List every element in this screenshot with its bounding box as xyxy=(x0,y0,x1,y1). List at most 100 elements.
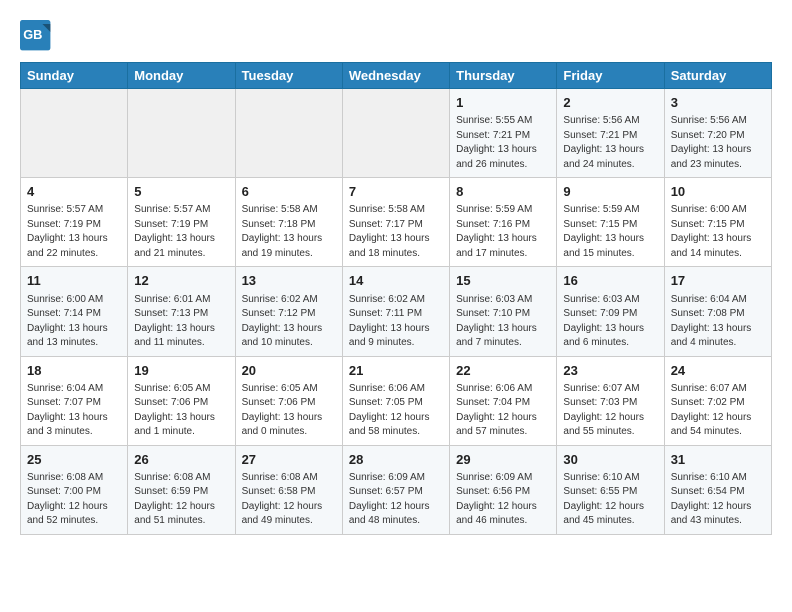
day-cell: 17 Sunrise: 6:04 AM Sunset: 7:08 PM Dayli… xyxy=(664,267,771,356)
day-cell: 31 Sunrise: 6:10 AM Sunset: 6:54 PM Dayli… xyxy=(664,445,771,534)
day-info: Sunrise: 5:59 AM Sunset: 7:16 PM Dayligh… xyxy=(456,203,550,261)
day-cell xyxy=(235,89,342,178)
day-info: Sunrise: 6:03 AM Sunset: 7:10 PM Dayligh… xyxy=(456,293,550,351)
day-cell: 11 Sunrise: 6:00 AM Sunset: 7:14 PM Dayli… xyxy=(21,267,128,356)
day-info: Sunrise: 6:10 AM Sunset: 6:55 PM Dayligh… xyxy=(563,471,657,529)
day-cell: 24 Sunrise: 6:07 AM Sunset: 7:02 PM Dayli… xyxy=(664,356,771,445)
day-info: Sunrise: 6:00 AM Sunset: 7:15 PM Dayligh… xyxy=(671,203,765,261)
week-row-3: 11 Sunrise: 6:00 AM Sunset: 7:14 PM Dayli… xyxy=(21,267,772,356)
day-number: 17 xyxy=(671,272,765,290)
day-cell: 26 Sunrise: 6:08 AM Sunset: 6:59 PM Dayli… xyxy=(128,445,235,534)
day-number: 25 xyxy=(27,451,121,469)
day-info: Sunrise: 5:59 AM Sunset: 7:15 PM Dayligh… xyxy=(563,203,657,261)
day-number: 27 xyxy=(242,451,336,469)
day-info: Sunrise: 5:58 AM Sunset: 7:17 PM Dayligh… xyxy=(349,203,443,261)
day-number: 23 xyxy=(563,362,657,380)
day-number: 4 xyxy=(27,183,121,201)
day-info: Sunrise: 6:06 AM Sunset: 7:04 PM Dayligh… xyxy=(456,382,550,440)
day-number: 31 xyxy=(671,451,765,469)
day-cell: 4 Sunrise: 5:57 AM Sunset: 7:19 PM Daylig… xyxy=(21,178,128,267)
day-info: Sunrise: 6:03 AM Sunset: 7:09 PM Dayligh… xyxy=(563,293,657,351)
logo: GB xyxy=(20,20,56,52)
day-number: 28 xyxy=(349,451,443,469)
day-number: 14 xyxy=(349,272,443,290)
day-number: 2 xyxy=(563,94,657,112)
day-number: 13 xyxy=(242,272,336,290)
day-info: Sunrise: 6:05 AM Sunset: 7:06 PM Dayligh… xyxy=(242,382,336,440)
day-header-wednesday: Wednesday xyxy=(342,63,449,89)
day-number: 15 xyxy=(456,272,550,290)
day-cell: 27Sunrise: 6:08 AM Sunset: 6:58 PM Dayli… xyxy=(235,445,342,534)
day-cell: 19 Sunrise: 6:05 AM Sunset: 7:06 PM Dayli… xyxy=(128,356,235,445)
day-cell: 2 Sunrise: 5:56 AM Sunset: 7:21 PM Daylig… xyxy=(557,89,664,178)
day-header-saturday: Saturday xyxy=(664,63,771,89)
day-info: Sunrise: 5:57 AM Sunset: 7:19 PM Dayligh… xyxy=(27,203,121,261)
day-number: 12 xyxy=(134,272,228,290)
day-info: Sunrise: 6:05 AM Sunset: 7:06 PM Dayligh… xyxy=(134,382,228,440)
day-cell: 15 Sunrise: 6:03 AM Sunset: 7:10 PM Dayli… xyxy=(450,267,557,356)
day-number: 26 xyxy=(134,451,228,469)
day-info: Sunrise: 6:04 AM Sunset: 7:07 PM Dayligh… xyxy=(27,382,121,440)
day-number: 16 xyxy=(563,272,657,290)
day-info: Sunrise: 6:00 AM Sunset: 7:14 PM Dayligh… xyxy=(27,293,121,351)
day-header-thursday: Thursday xyxy=(450,63,557,89)
day-number: 3 xyxy=(671,94,765,112)
day-number: 7 xyxy=(349,183,443,201)
day-cell: 20Sunrise: 6:05 AM Sunset: 7:06 PM Dayli… xyxy=(235,356,342,445)
day-number: 9 xyxy=(563,183,657,201)
day-cell: 8 Sunrise: 5:59 AM Sunset: 7:16 PM Daylig… xyxy=(450,178,557,267)
day-cell: 22 Sunrise: 6:06 AM Sunset: 7:04 PM Dayli… xyxy=(450,356,557,445)
day-info: Sunrise: 6:07 AM Sunset: 7:03 PM Dayligh… xyxy=(563,382,657,440)
day-cell xyxy=(21,89,128,178)
day-cell: 10 Sunrise: 6:00 AM Sunset: 7:15 PM Dayli… xyxy=(664,178,771,267)
day-number: 11 xyxy=(27,272,121,290)
day-cell: 23 Sunrise: 6:07 AM Sunset: 7:03 PM Dayli… xyxy=(557,356,664,445)
day-cell: 29 Sunrise: 6:09 AM Sunset: 6:56 PM Dayli… xyxy=(450,445,557,534)
day-number: 8 xyxy=(456,183,550,201)
page: GB SundayMondayTuesdayWednesdayThursdayF… xyxy=(0,0,792,545)
header: GB xyxy=(20,20,772,52)
day-cell: 9 Sunrise: 5:59 AM Sunset: 7:15 PM Daylig… xyxy=(557,178,664,267)
day-cell: 28Sunrise: 6:09 AM Sunset: 6:57 PM Dayli… xyxy=(342,445,449,534)
day-cell: 30 Sunrise: 6:10 AM Sunset: 6:55 PM Dayli… xyxy=(557,445,664,534)
day-header-monday: Monday xyxy=(128,63,235,89)
day-cell: 25Sunrise: 6:08 AM Sunset: 7:00 PM Dayli… xyxy=(21,445,128,534)
day-number: 21 xyxy=(349,362,443,380)
week-row-4: 18 Sunrise: 6:04 AM Sunset: 7:07 PM Dayli… xyxy=(21,356,772,445)
day-info: Sunrise: 6:10 AM Sunset: 6:54 PM Dayligh… xyxy=(671,471,765,529)
day-info: Sunrise: 5:57 AM Sunset: 7:19 PM Dayligh… xyxy=(134,203,228,261)
day-cell: 14Sunrise: 6:02 AM Sunset: 7:11 PM Dayli… xyxy=(342,267,449,356)
day-number: 19 xyxy=(134,362,228,380)
day-info: Sunrise: 5:55 AM Sunset: 7:21 PM Dayligh… xyxy=(456,114,550,172)
day-number: 24 xyxy=(671,362,765,380)
week-row-2: 4 Sunrise: 5:57 AM Sunset: 7:19 PM Daylig… xyxy=(21,178,772,267)
day-info: Sunrise: 6:01 AM Sunset: 7:13 PM Dayligh… xyxy=(134,293,228,351)
day-header-sunday: Sunday xyxy=(21,63,128,89)
day-header-friday: Friday xyxy=(557,63,664,89)
day-info: Sunrise: 6:06 AM Sunset: 7:05 PM Dayligh… xyxy=(349,382,443,440)
day-number: 10 xyxy=(671,183,765,201)
day-number: 18 xyxy=(27,362,121,380)
day-info: Sunrise: 5:56 AM Sunset: 7:21 PM Dayligh… xyxy=(563,114,657,172)
day-info: Sunrise: 6:07 AM Sunset: 7:02 PM Dayligh… xyxy=(671,382,765,440)
day-cell: 3Sunrise: 5:56 AM Sunset: 7:20 PM Daylig… xyxy=(664,89,771,178)
day-number: 5 xyxy=(134,183,228,201)
day-number: 22 xyxy=(456,362,550,380)
week-row-1: 1Sunrise: 5:55 AM Sunset: 7:21 PM Daylig… xyxy=(21,89,772,178)
day-cell xyxy=(128,89,235,178)
day-cell: 12 Sunrise: 6:01 AM Sunset: 7:13 PM Dayli… xyxy=(128,267,235,356)
day-cell xyxy=(342,89,449,178)
day-info: Sunrise: 6:04 AM Sunset: 7:08 PM Dayligh… xyxy=(671,293,765,351)
day-cell: 1Sunrise: 5:55 AM Sunset: 7:21 PM Daylig… xyxy=(450,89,557,178)
svg-text:GB: GB xyxy=(23,27,42,42)
day-cell: 7 Sunrise: 5:58 AM Sunset: 7:17 PM Daylig… xyxy=(342,178,449,267)
day-cell: 18 Sunrise: 6:04 AM Sunset: 7:07 PM Dayli… xyxy=(21,356,128,445)
day-info: Sunrise: 6:09 AM Sunset: 6:56 PM Dayligh… xyxy=(456,471,550,529)
header-row: SundayMondayTuesdayWednesdayThursdayFrid… xyxy=(21,63,772,89)
logo-icon: GB xyxy=(20,20,52,52)
day-cell: 13Sunrise: 6:02 AM Sunset: 7:12 PM Dayli… xyxy=(235,267,342,356)
day-info: Sunrise: 6:08 AM Sunset: 6:59 PM Dayligh… xyxy=(134,471,228,529)
day-cell: 6Sunrise: 5:58 AM Sunset: 7:18 PM Daylig… xyxy=(235,178,342,267)
day-number: 29 xyxy=(456,451,550,469)
day-number: 30 xyxy=(563,451,657,469)
